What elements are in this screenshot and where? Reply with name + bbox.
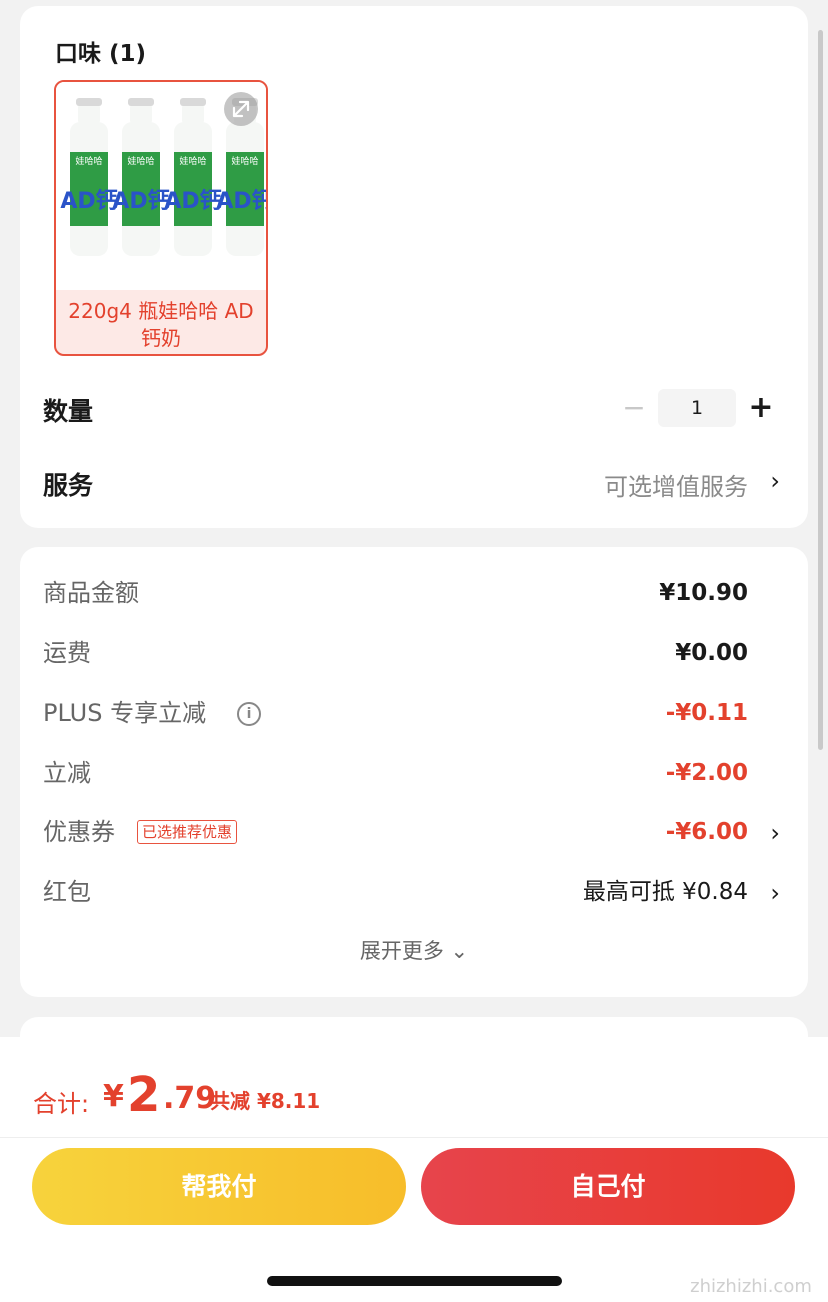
total-saved: 共减 ¥8.11 [210, 1089, 321, 1113]
price-row-shipping: 运费 ¥0.00 [20, 633, 808, 673]
info-icon[interactable]: i [237, 702, 261, 726]
price-row-goods: 商品金额 ¥10.90 [20, 573, 808, 613]
bottle-brand-text: 娃哈哈 [179, 155, 206, 167]
watermark-domain: zhizhizhi.com [690, 1276, 812, 1297]
home-indicator[interactable] [267, 1276, 562, 1286]
quantity-input[interactable]: 1 [658, 389, 736, 427]
divider [0, 1137, 828, 1138]
total-decimal: .79 [163, 1081, 217, 1116]
plus-discount-label: PLUS 专享立减 [43, 699, 207, 727]
price-summary-card: 商品金额 ¥10.90 运费 ¥0.00 PLUS 专享立减 i -¥0.11 … [20, 547, 808, 997]
bottle-brand-text: 娃哈哈 [231, 155, 258, 167]
total-label: 合计: [33, 1090, 90, 1118]
coupon-chevron-icon[interactable]: › [770, 819, 780, 847]
shipping-label: 运费 [43, 639, 91, 667]
quantity-plus-button[interactable]: + [746, 391, 776, 425]
bottle-ad-text: AD钙 [164, 189, 221, 214]
price-row-instant: 立减 -¥2.00 [20, 753, 808, 793]
redpacket-value: 最高可抵 ¥0.84 [582, 879, 748, 905]
bottle-ad-text: AD钙 [216, 189, 266, 214]
expand-more-button[interactable]: 展开更多 ⌄ [20, 935, 808, 965]
flavor-card: 口味 (1) 娃哈哈 AD钙 娃哈哈 AD钙 娃哈哈 AD钙 娃哈哈 AD 22… [20, 6, 808, 528]
total-currency: ¥ [103, 1079, 124, 1114]
bottle-ad-text: AD钙 [60, 189, 117, 214]
flavor-option-label: 220g4 瓶娃哈哈 AD 钙奶 [68, 299, 254, 350]
instant-discount-value: -¥2.00 [665, 760, 748, 786]
flavor-option-selected[interactable]: 娃哈哈 AD钙 娃哈哈 AD钙 娃哈哈 AD钙 娃哈哈 AD 220g4 瓶娃哈… [54, 80, 268, 356]
plus-discount-value: -¥0.11 [665, 700, 748, 726]
flavor-title: 口味 (1) [55, 41, 147, 67]
instant-discount-label: 立减 [43, 759, 91, 787]
coupon-label: 优惠券 [43, 818, 115, 846]
goods-amount-label: 商品金额 [43, 579, 139, 607]
bottle-brand-text: 娃哈哈 [75, 155, 102, 167]
redpacket-label: 红包 [43, 878, 91, 906]
total-integer: 2 [127, 1067, 161, 1123]
scrollbar[interactable] [818, 30, 823, 750]
coupon-value: -¥6.00 [665, 819, 748, 845]
service-label: 服务 [43, 471, 94, 500]
expand-image-icon[interactable] [224, 92, 258, 126]
bottle-brand-text: 娃哈哈 [127, 155, 154, 167]
coupon-recommended-badge: 已选推荐优惠 [137, 820, 238, 844]
price-row-coupon[interactable]: 优惠券 已选推荐优惠 -¥6.00 › [20, 812, 808, 852]
service-value[interactable]: 可选增值服务 [604, 467, 748, 502]
self-pay-button[interactable]: 自己付 [421, 1148, 795, 1225]
price-row-plus: PLUS 专享立减 i -¥0.11 [20, 693, 808, 733]
bottle-ad-text: AD钙 [112, 189, 169, 214]
watermark: 值值值 zhizhizhi.com [676, 1216, 828, 1302]
goods-amount-value: ¥10.90 [659, 580, 748, 606]
redpacket-chevron-icon[interactable]: › [770, 879, 780, 907]
service-chevron-icon[interactable]: › [770, 467, 780, 495]
help-pay-button[interactable]: 帮我付 [32, 1148, 406, 1225]
quantity-label: 数量 [43, 397, 94, 426]
shipping-value: ¥0.00 [675, 640, 748, 666]
price-row-redpacket[interactable]: 红包 最高可抵 ¥0.84 › [20, 872, 808, 912]
quantity-minus-button[interactable]: − [620, 394, 648, 422]
